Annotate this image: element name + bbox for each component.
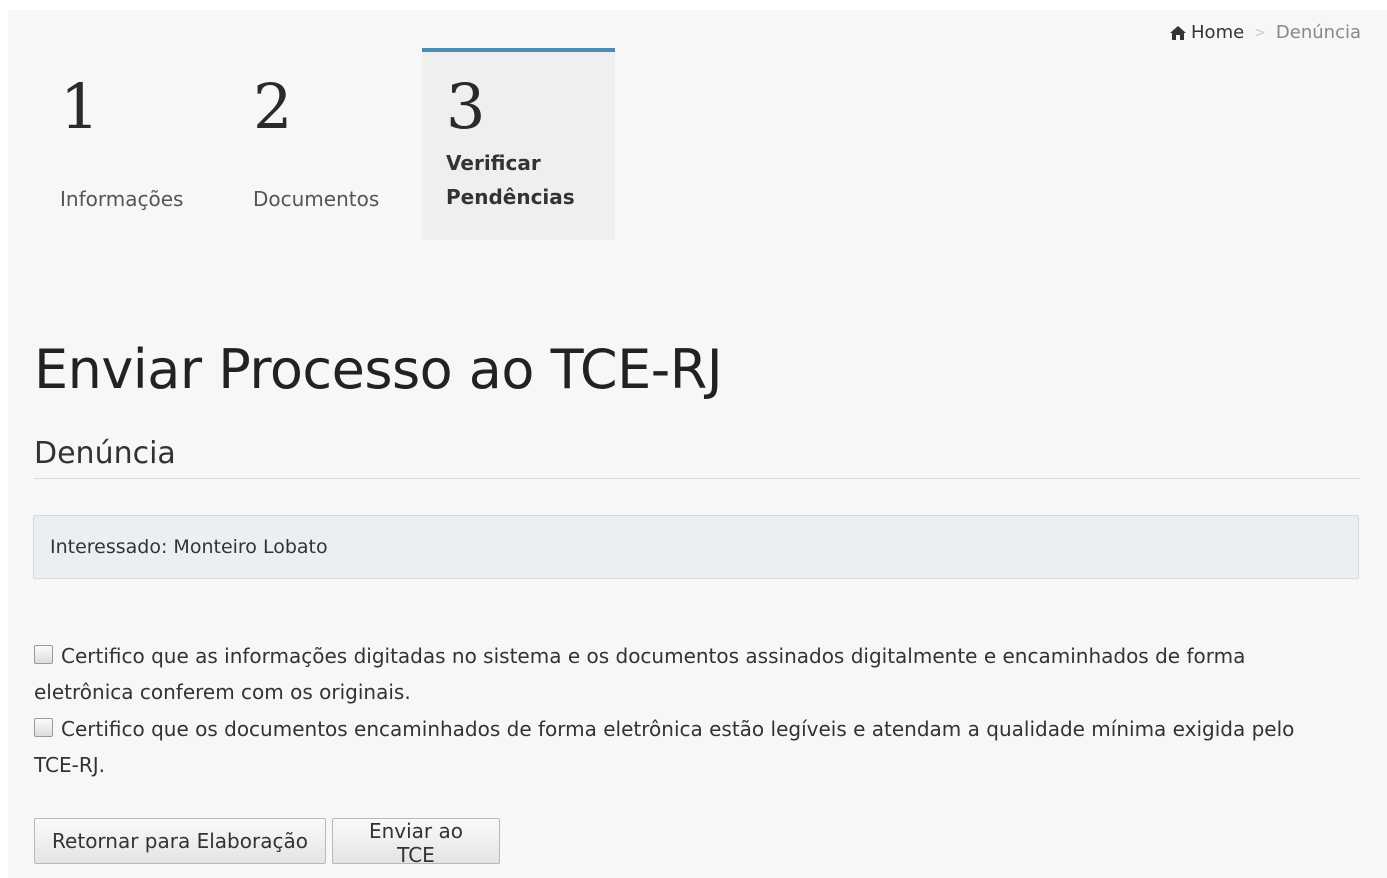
breadcrumb-current: Denúncia [1275,22,1361,43]
info-panel: Interessado: Monteiro Lobato [33,515,1359,579]
breadcrumb: Home > Denúncia [1169,22,1361,43]
page-canvas: Home > Denúncia 1 Informações 2 Document… [8,10,1387,878]
page-subtitle: Denúncia [34,436,176,471]
interessado-text: Interessado: Monteiro Lobato [50,536,328,558]
step-documentos[interactable]: 2 Documentos [229,48,422,236]
send-to-tce-button[interactable]: Enviar ao TCE [332,818,500,867]
step-informacoes[interactable]: 1 Informações [36,48,229,236]
step-label: Informações [60,187,184,211]
return-to-elaboration-button[interactable]: Retornar para Elaboração [34,818,326,864]
certification-checkbox-2[interactable] [34,718,53,737]
step-number: 3 [446,70,486,143]
wizard-steps: 1 Informações 2 Documentos 3 Verificar P… [36,48,615,240]
page-title: Enviar Processo ao TCE-RJ [34,338,723,401]
step-label: Verificar Pendências [446,151,575,209]
certification-text-1: Certifico que as informações digitadas n… [34,644,1246,704]
certification-text-2: Certifico que os documentos encaminhados… [34,717,1295,777]
breadcrumb-separator: > [1254,24,1266,41]
home-icon [1170,25,1187,40]
certification-2: Certifico que os documentos encaminhados… [34,711,1344,783]
certification-1: Certifico que as informações digitadas n… [34,638,1344,710]
certification-checkbox-1[interactable] [34,645,53,664]
divider [34,478,1360,479]
step-number: 2 [253,70,293,143]
breadcrumb-home-label: Home [1191,22,1245,43]
step-verificar-pendencias[interactable]: 3 Verificar Pendências [422,48,615,240]
breadcrumb-home-link[interactable]: Home [1169,22,1244,43]
step-label: Documentos [253,187,380,211]
step-number: 1 [60,70,100,143]
